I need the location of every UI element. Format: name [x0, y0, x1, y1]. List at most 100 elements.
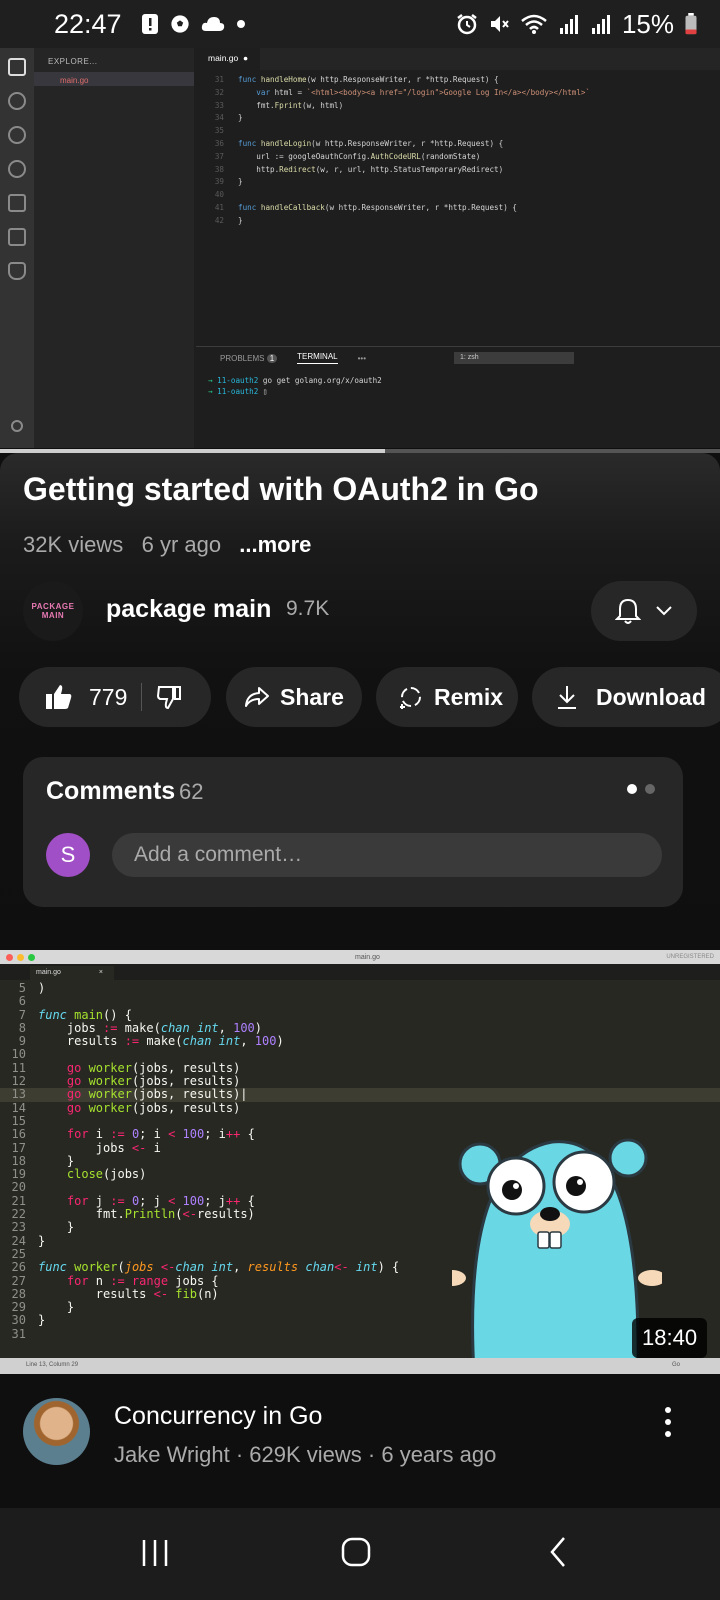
terminal-tab: TERMINAL — [297, 352, 338, 364]
explorer-panel: EXPLORE... main.go — [34, 48, 194, 448]
dot-icon — [236, 20, 245, 28]
download-label: Download — [596, 683, 706, 710]
battery-percent: 15% — [621, 8, 674, 39]
video-meta[interactable]: 32K views 6 yr ago ...more — [23, 532, 311, 558]
files-icon — [8, 58, 26, 76]
action-row: 779 Share Remix Download — [19, 667, 720, 727]
signal-icon-2 — [591, 15, 610, 34]
code-line: 35 — [214, 126, 224, 136]
wifi-icon — [521, 14, 547, 34]
chevron-down-icon — [656, 606, 672, 616]
comments-count: 62 — [179, 779, 204, 804]
upload-age: 6 yr ago — [141, 532, 222, 557]
code-line: 37 url := googleOauthConfig.AuthCodeURL(… — [214, 151, 481, 161]
share-button[interactable]: Share — [226, 667, 362, 727]
remote-icon — [8, 228, 26, 246]
gopher-mascot-icon — [452, 1138, 662, 1374]
source-control-icon — [8, 126, 26, 144]
download-button[interactable]: Download — [532, 667, 720, 727]
signal-icon — [559, 15, 578, 34]
download-icon — [558, 686, 576, 709]
code-editor: main.go ● 31 func handleHome(w http.Respo… — [196, 48, 720, 348]
video-duration-badge: 18:40 — [632, 1318, 708, 1358]
next-video-thumbnail[interactable]: main.go UNREGISTERED main.go × 5) 6 7 fun… — [0, 950, 720, 1374]
battery-icon — [685, 13, 697, 35]
comments-card[interactable]: Comments 62 S Add a comment… — [23, 757, 683, 907]
next-video-info[interactable]: Concurrency in Go Jake Wright · 629K vie… — [0, 1374, 720, 1508]
explorer-file: main.go — [34, 72, 194, 86]
settings-gear-icon — [11, 420, 23, 432]
channel-row: PACKAGE MAIN package main 9.7K — [23, 581, 703, 641]
terminal-line: → 11-oauth2 go get golang.org/x/oauth2 — [208, 376, 382, 385]
like-divider — [141, 683, 143, 711]
subscription-bell-button[interactable] — [591, 581, 697, 641]
remix-icon — [400, 687, 421, 709]
cursor-position: Line 13, Column 29 — [26, 1362, 79, 1368]
video-player[interactable]: EXPLORE... main.go main.go ● 31 func hand… — [0, 48, 720, 448]
alarm-icon — [457, 14, 477, 35]
code-line: 31 func handleHome(w http.ResponseWriter,… — [214, 75, 499, 84]
syntax-label: Go — [672, 1362, 681, 1368]
status-time: 22:47 — [54, 8, 122, 39]
code-line: 42} — [214, 215, 243, 225]
more-link[interactable]: ...more — [239, 532, 311, 557]
channel-avatar[interactable]: PACKAGE MAIN — [23, 581, 83, 641]
code-line: 36 func handleLogin(w http.ResponseWriter… — [214, 138, 504, 148]
code-line: 32 var html = `<html><body><a href="/log… — [214, 87, 591, 97]
problems-tab: PROBLEMS 1 — [220, 353, 278, 363]
code-line: 34} — [214, 113, 243, 123]
add-comment-input[interactable]: Add a comment… — [112, 833, 662, 877]
remix-label: Remix — [434, 683, 504, 710]
editor-tab: main.go ● — [196, 48, 261, 70]
subscriber-count: 9.7K — [286, 597, 330, 620]
recent-apps-icon[interactable] — [140, 1538, 170, 1568]
problems-count: 1 — [266, 353, 278, 363]
panel-more: ••• — [357, 353, 367, 363]
comments-page-dots — [627, 784, 655, 794]
remix-button[interactable]: Remix — [376, 667, 518, 727]
cloud-icon — [201, 17, 224, 31]
editor-status-bar: Line 13, Column 29 Go — [0, 1358, 720, 1374]
back-icon[interactable] — [548, 1536, 568, 1568]
extensions-icon — [8, 194, 26, 212]
video-info-sheet: Getting started with OAuth2 in Go 32K vi… — [0, 453, 720, 950]
shell-select: 1: zsh — [454, 352, 574, 364]
thumbs-down-icon[interactable] — [156, 684, 182, 710]
unregistered-label: UNREGISTERED — [666, 954, 714, 960]
like-count[interactable]: 779 — [89, 684, 127, 711]
code-line: 39} — [214, 177, 243, 187]
system-navigation-bar — [0, 1508, 720, 1600]
terminal-output: → 11-oauth2 go get golang.org/x/oauth2 → … — [196, 369, 720, 397]
terminal-panel: PROBLEMS 1 TERMINAL ••• 1: zsh → 11-oaut… — [196, 346, 720, 448]
comments-title: Comments — [46, 777, 176, 805]
bell-icon — [615, 598, 641, 624]
debug-icon — [8, 160, 26, 178]
code-line: 41 func handleCallback(w http.ResponseWri… — [214, 202, 517, 212]
creator-avatar[interactable] — [23, 1398, 90, 1465]
share-label: Share — [280, 683, 344, 710]
soccer-ball-icon — [170, 15, 189, 33]
user-avatar: S — [46, 833, 90, 877]
search-icon — [8, 92, 26, 110]
code-lines: 31 func handleHome(w http.ResponseWriter,… — [196, 70, 720, 228]
activity-bar — [0, 48, 34, 448]
window-title: main.go — [355, 953, 380, 961]
explorer-header: EXPLORE... — [48, 57, 98, 66]
next-video-title[interactable]: Concurrency in Go — [114, 1402, 322, 1431]
mute-icon — [490, 16, 509, 32]
terminal-line: → 11-oauth2 ▯ — [208, 387, 268, 396]
channel-name[interactable]: package main — [106, 595, 271, 624]
status-bar: 22:47 15% — [0, 0, 720, 48]
code-line: 33 fmt.Fprint(w, html) — [214, 100, 344, 110]
share-icon — [245, 687, 269, 707]
docker-icon — [8, 262, 26, 280]
home-icon[interactable] — [340, 1536, 372, 1568]
more-options-icon[interactable] — [660, 1404, 676, 1440]
sublime-tab: main.go × — [30, 966, 114, 980]
mac-window-titlebar: main.go UNREGISTERED — [0, 950, 720, 964]
code-line: 38 http.Redirect(w, r, url, http.StatusT… — [214, 164, 504, 174]
view-count: 32K views — [23, 532, 124, 557]
video-title[interactable]: Getting started with OAuth2 in Go — [23, 471, 539, 508]
thumbs-up-icon[interactable] — [45, 683, 73, 711]
alert-icon — [141, 14, 158, 34]
